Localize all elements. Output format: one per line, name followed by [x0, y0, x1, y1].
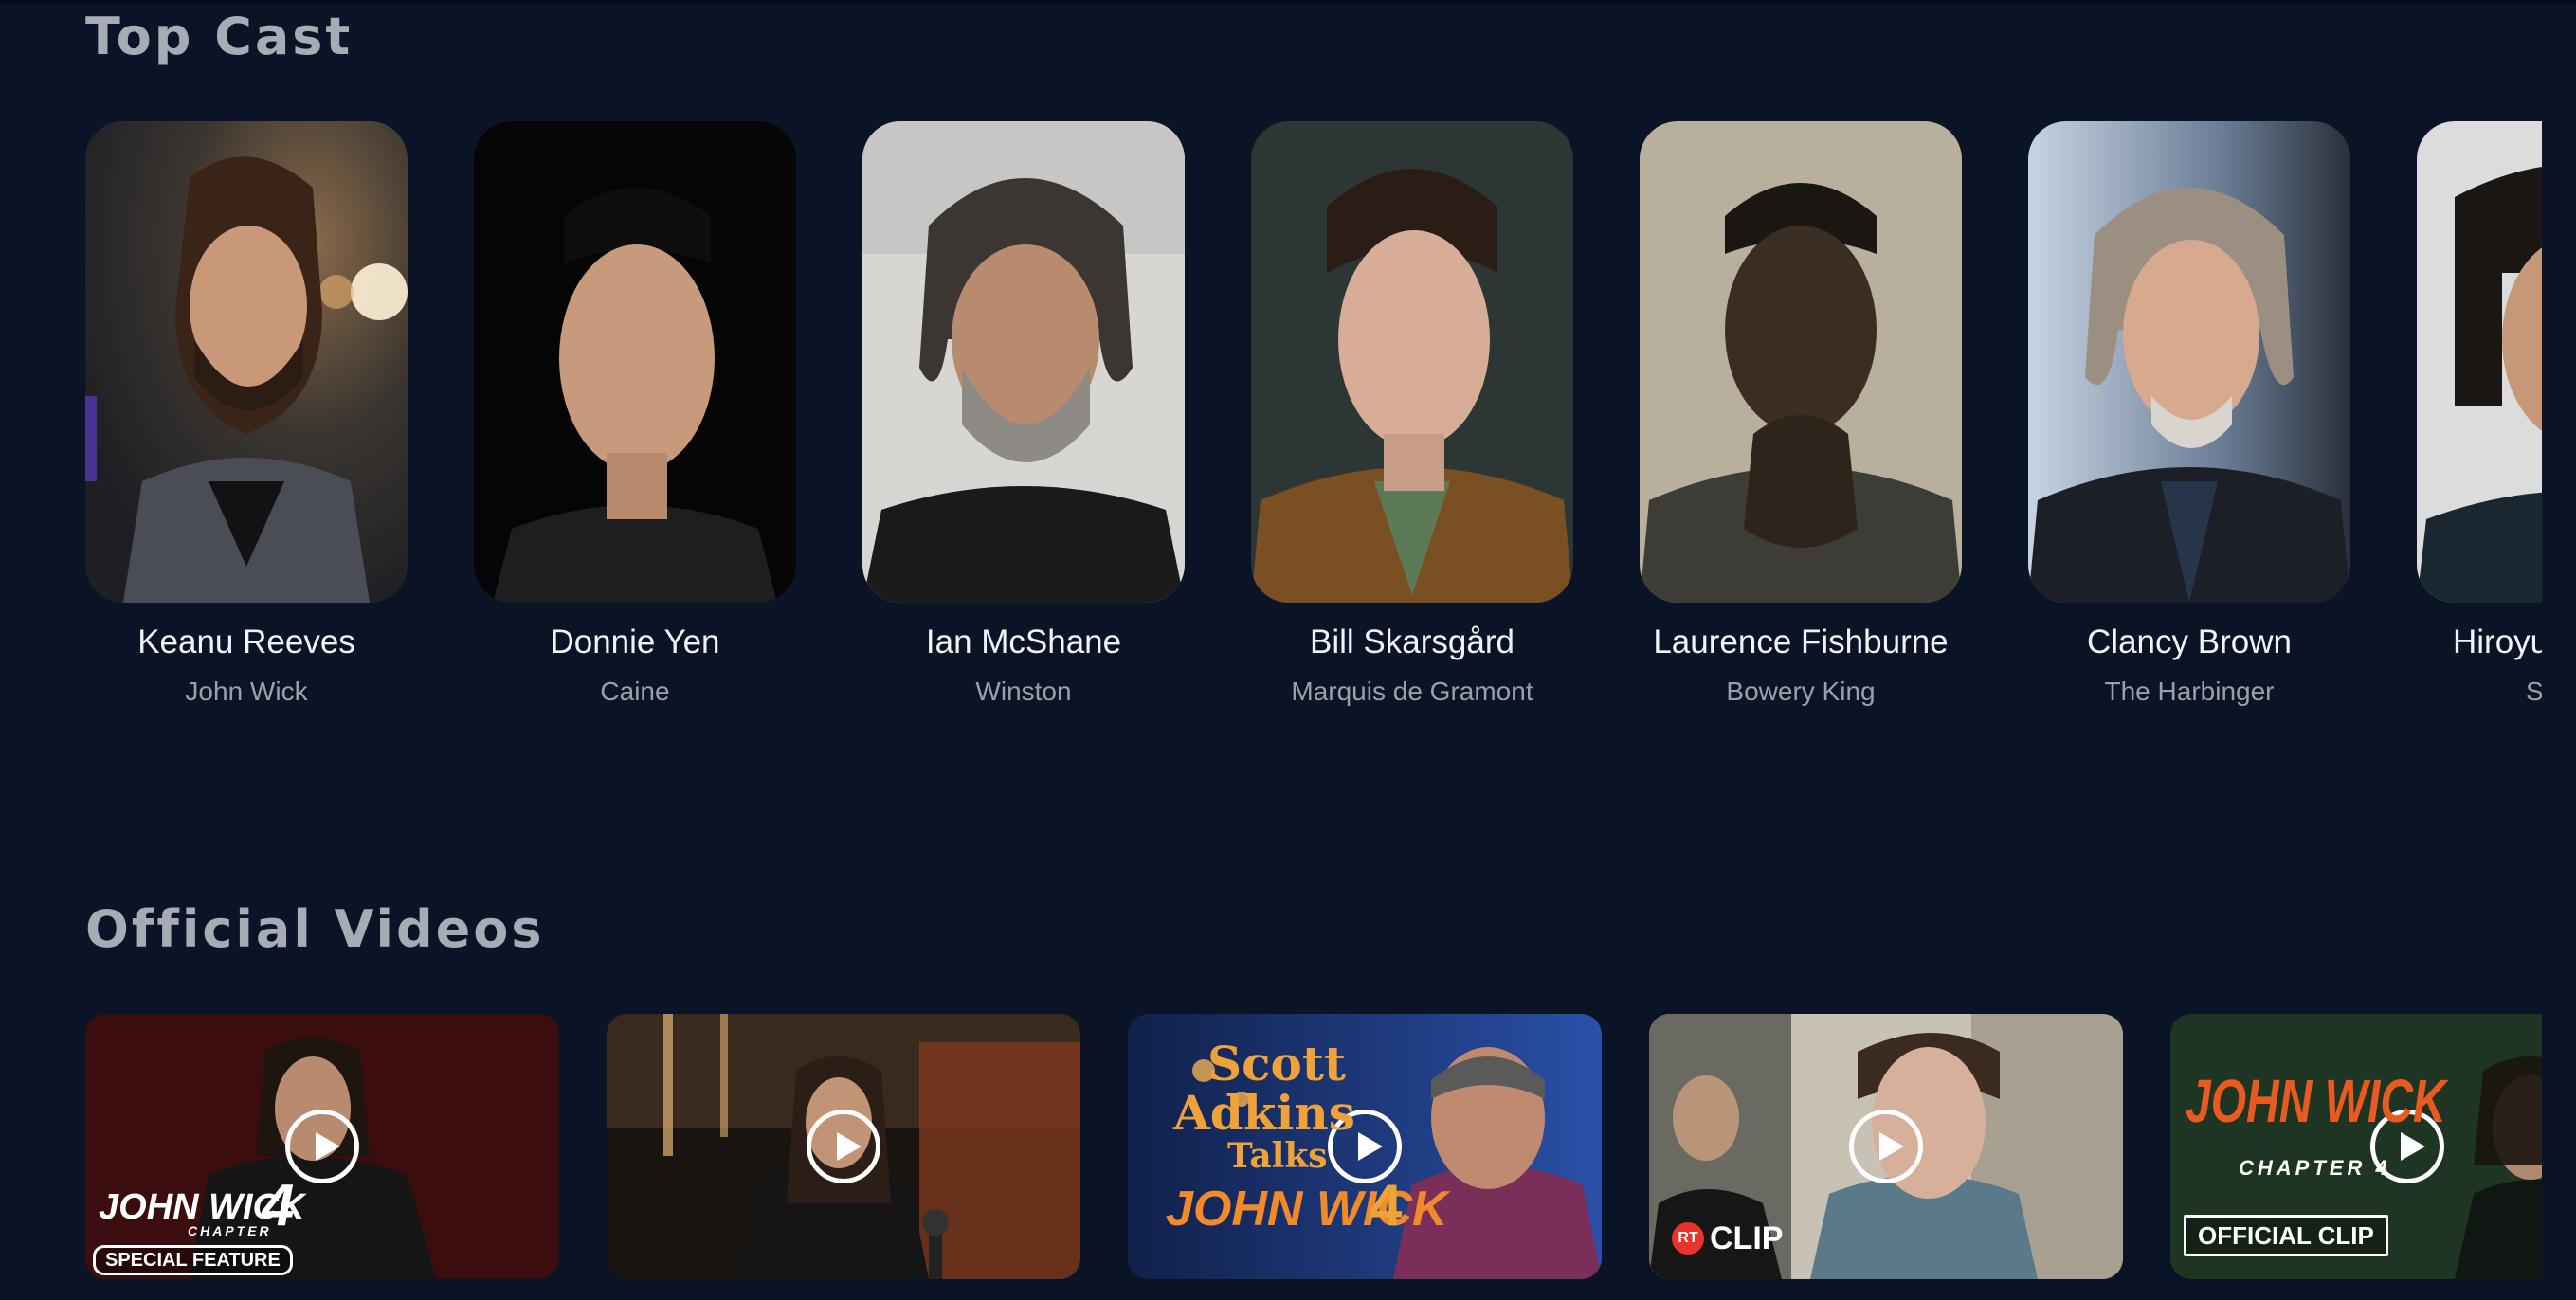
- cast-name[interactable]: Hiroyu: [2417, 623, 2542, 661]
- video-overlay-title: JOHN WICK: [2186, 1067, 2446, 1135]
- cast-card[interactable]: Clancy Brown The Harbinger: [2028, 121, 2350, 707]
- cast-photo[interactable]: [2417, 121, 2542, 603]
- video-card[interactable]: JOHN WICK CHAPTER 4 OFFICIAL CLIP: [2170, 1014, 2542, 1279]
- play-icon[interactable]: [285, 1110, 359, 1183]
- cast-photo[interactable]: [2028, 121, 2350, 603]
- cast-name[interactable]: Laurence Fishburne: [1640, 623, 1962, 661]
- cast-name[interactable]: Bill Skarsgård: [1251, 623, 1573, 661]
- cast-card[interactable]: Bill Skarsgård Marquis de Gramont: [1251, 121, 1573, 707]
- cast-card[interactable]: Laurence Fishburne Bowery King: [1640, 121, 1962, 707]
- cast-role: Winston: [975, 677, 1072, 706]
- video-overlay-chapter: CHAPTER: [188, 1223, 272, 1238]
- video-overlay-line1: Scott: [1207, 1036, 1347, 1092]
- video-overlay-chapter: CHAPTER 4: [2239, 1156, 2391, 1180]
- video-card[interactable]: [607, 1014, 1080, 1279]
- cast-role: Caine: [600, 677, 670, 706]
- official-videos-heading: Official Videos: [85, 899, 545, 959]
- video-badge: OFFICIAL CLIP: [2184, 1215, 2388, 1256]
- cast-photo[interactable]: [85, 121, 408, 603]
- cast-card[interactable]: Donnie Yen Caine: [474, 121, 796, 707]
- video-badge: SPECIAL FEATURE: [93, 1245, 293, 1275]
- cast-name[interactable]: Clancy Brown: [2028, 623, 2350, 661]
- video-overlay-line3: Talks: [1227, 1136, 1328, 1176]
- rt-clip-badge: RT CLIP: [1672, 1222, 1783, 1255]
- cast-role: S: [2526, 677, 2542, 706]
- cast-carousel[interactable]: Keanu Reeves John Wick Donnie Yen Caine: [85, 121, 2542, 728]
- video-badge: CLIP: [1710, 1220, 1784, 1256]
- videos-carousel[interactable]: JOHN WICK 4 CHAPTER SPECIAL FEATURE Scot…: [85, 1014, 2542, 1300]
- cast-card[interactable]: Keanu Reeves John Wick: [85, 121, 408, 707]
- cast-name[interactable]: Donnie Yen: [474, 623, 796, 661]
- cast-photo[interactable]: [1251, 121, 1573, 603]
- cast-name[interactable]: Keanu Reeves: [85, 623, 408, 661]
- video-overlay-number: 4: [1370, 1173, 1403, 1238]
- play-icon[interactable]: [1849, 1110, 1923, 1183]
- top-cast-heading: Top Cast: [85, 7, 354, 66]
- video-card[interactable]: Scott Adkins Talks JOHN WICK 4: [1128, 1014, 1602, 1279]
- video-card[interactable]: RT CLIP: [1649, 1014, 2123, 1279]
- cast-role: Bowery King: [1726, 677, 1876, 706]
- cast-role: John Wick: [185, 677, 308, 706]
- video-overlay-title: JOHN WICK: [1166, 1182, 1448, 1237]
- cast-role: Marquis de Gramont: [1291, 677, 1533, 706]
- video-card[interactable]: JOHN WICK 4 CHAPTER SPECIAL FEATURE: [85, 1014, 559, 1279]
- cast-photo[interactable]: [474, 121, 796, 603]
- page: Top Cast Keanu Reeves John Wick Donnie Y…: [0, 0, 2576, 1300]
- cast-photo[interactable]: [862, 121, 1185, 603]
- cast-role: The Harbinger: [2104, 677, 2275, 706]
- cast-card[interactable]: Hiroyu S: [2417, 121, 2542, 707]
- cast-card[interactable]: Ian McShane Winston: [862, 121, 1185, 707]
- cast-name[interactable]: Ian McShane: [862, 623, 1185, 661]
- cast-photo[interactable]: [1640, 121, 1962, 603]
- rt-logo-icon: RT: [1672, 1222, 1704, 1255]
- top-fade: [0, 0, 2576, 8]
- video-overlay-line2: Adkins: [1173, 1085, 1355, 1141]
- play-icon[interactable]: [807, 1110, 880, 1183]
